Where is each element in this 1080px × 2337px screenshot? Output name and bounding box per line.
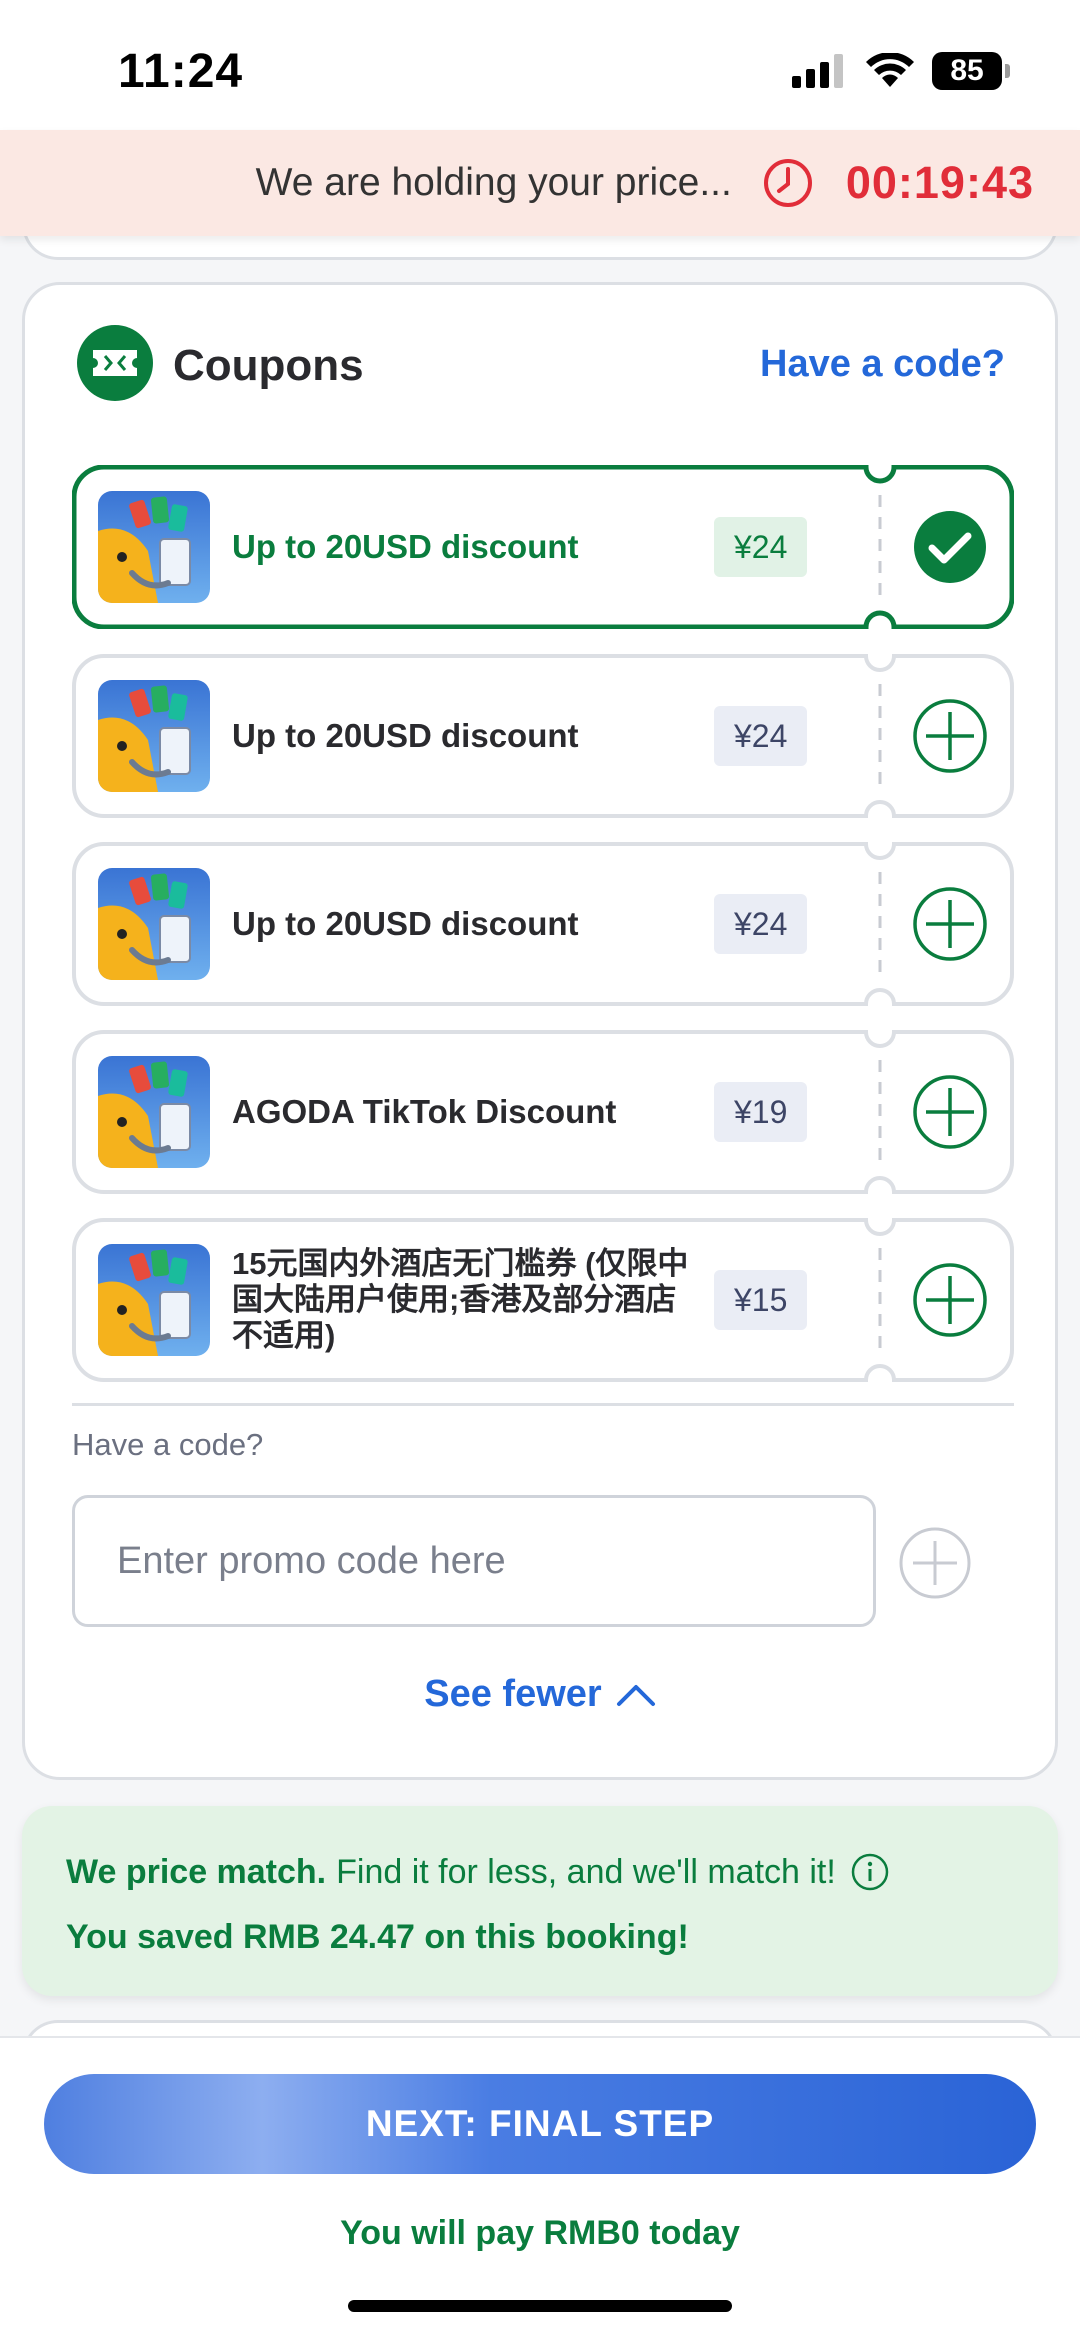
price-match-line: We price match. Find it for less, and we…: [66, 1852, 890, 1892]
coupon-app-logo: [98, 868, 210, 980]
price-hold-text: We are holding your price...: [255, 161, 732, 204]
coupon-name: 15元国内外酒店无门槛券 (仅限中国大陆用户使用;香港及部分酒店不适用): [232, 1246, 689, 1353]
ticket-icon: [77, 325, 153, 401]
coupons-card: Coupons Have a code? Up to 20USD discoun…: [22, 282, 1058, 1780]
coupon-item[interactable]: AGODA TikTok Discount ¥19: [72, 1030, 1014, 1194]
add-coupon-plus-icon[interactable]: [912, 698, 988, 774]
status-bar: 11:24 85: [0, 0, 1080, 130]
coupon-item[interactable]: Up to 20USD discount ¥24: [72, 465, 1014, 629]
coupon-app-logo: [98, 1244, 210, 1356]
countdown-timer: 00:19:43: [845, 157, 1034, 208]
add-coupon-plus-icon[interactable]: [912, 1074, 988, 1150]
wifi-icon: [866, 53, 914, 87]
coupon-item[interactable]: 15元国内外酒店无门槛券 (仅限中国大陆用户使用;香港及部分酒店不适用) ¥15: [72, 1218, 1014, 1382]
selected-check-icon[interactable]: [912, 509, 988, 585]
coupon-app-logo: [98, 491, 210, 603]
price-match-text: Find it for less, and we'll match it!: [336, 1852, 836, 1891]
coupon-amount-badge: ¥24: [714, 706, 808, 766]
price-hold-banner: We are holding your price... 00:19:43: [0, 130, 1080, 236]
chevron-up-icon: [616, 1684, 655, 1706]
coupon-app-logo: [98, 680, 210, 792]
coupon-amount-badge: ¥24: [714, 517, 808, 577]
pay-today-text: You will pay RMB0 today: [340, 2214, 740, 2252]
promo-code-input[interactable]: [72, 1495, 876, 1627]
see-fewer-label: See fewer: [424, 1673, 602, 1715]
coupon-name: Up to 20USD discount: [232, 905, 579, 942]
add-coupon-plus-icon[interactable]: [912, 1262, 988, 1338]
coupon-name: AGODA TikTok Discount: [232, 1093, 617, 1130]
coupon-amount-badge: ¥24: [714, 894, 808, 954]
have-a-code-link[interactable]: Have a code?: [760, 343, 1005, 386]
battery-icon: 85: [932, 52, 1010, 90]
coupon-amount-badge: ¥19: [714, 1082, 808, 1142]
status-icons: 85: [792, 52, 1010, 90]
add-coupon-plus-icon[interactable]: [912, 886, 988, 962]
info-icon[interactable]: [850, 1852, 890, 1892]
coupons-title: Coupons: [173, 341, 364, 390]
divider: [72, 1403, 1014, 1406]
promo-code-label: Have a code?: [72, 1427, 264, 1462]
battery-level: 85: [932, 52, 1002, 90]
coupon-item[interactable]: Up to 20USD discount ¥24: [72, 654, 1014, 818]
coupon-amount-badge: ¥15: [714, 1270, 808, 1330]
price-match-bold: We price match.: [66, 1852, 327, 1891]
home-indicator[interactable]: [348, 2300, 732, 2312]
cellular-signal-icon: [792, 54, 843, 88]
next-final-step-button[interactable]: NEXT: FINAL STEP: [44, 2074, 1036, 2174]
savings-text: You saved RMB 24.47 on this booking!: [66, 1918, 689, 1956]
bottom-action-bar: NEXT: FINAL STEP You will pay RMB0 today: [0, 2036, 1080, 2337]
status-time: 11:24: [118, 45, 244, 98]
see-fewer-button[interactable]: See fewer: [25, 1673, 1055, 1716]
coupon-name: Up to 20USD discount: [232, 528, 579, 565]
apply-promo-plus-icon[interactable]: [897, 1525, 973, 1601]
coupon-item[interactable]: Up to 20USD discount ¥24: [72, 842, 1014, 1006]
coupon-name: Up to 20USD discount: [232, 717, 579, 754]
coupon-app-logo: [98, 1056, 210, 1168]
clock-icon: [763, 159, 812, 207]
price-match-banner: We price match. Find it for less, and we…: [22, 1806, 1058, 1996]
